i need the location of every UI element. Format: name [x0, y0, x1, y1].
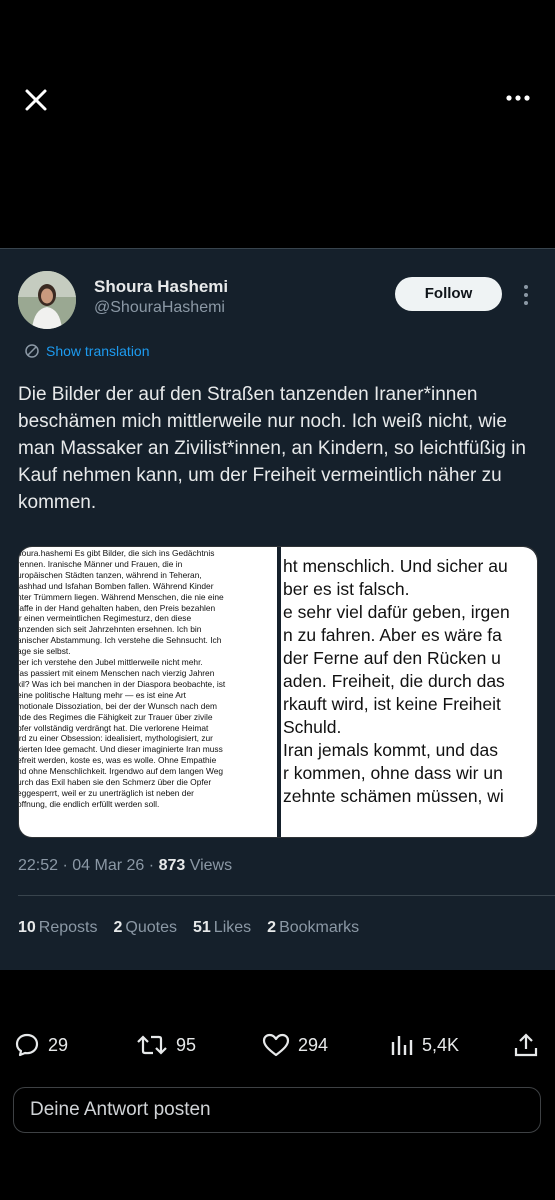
screenshot-text-line: xil? Was ich bei manchen in der Diaspora… [19, 678, 226, 689]
close-icon [25, 89, 47, 111]
action-bar: 29 95 294 5,4K [0, 1032, 555, 1062]
timestamp-separator: · [62, 857, 73, 874]
screenshot-text-line: aden. Freiheit, die durch das [283, 671, 505, 691]
display-name[interactable]: Shoura Hashemi [94, 277, 228, 297]
stat-count: 10 [18, 919, 36, 936]
screenshot-text-line: nd ohne Menschlichkeit. Irgendwo auf dem… [19, 766, 224, 777]
views-button[interactable]: 5,4K [390, 1032, 459, 1058]
screenshot-text-line: n zu fahren. Aber es wäre fa [283, 625, 502, 645]
repost-icon [137, 1035, 167, 1055]
tweet-time: 22:52 [18, 857, 59, 874]
screenshot-text-line: nter Trümmern liegen. Während Menschen, … [19, 591, 224, 602]
tweet-text: Die Bilder der auf den Straßen tanzenden… [18, 384, 526, 513]
follow-button[interactable]: Follow [395, 277, 502, 311]
bottom-action-area: 29 95 294 5,4K Deine Antwort posten [0, 970, 555, 1200]
tweet-card: Shoura Hashemi @ShouraHashemi Follow Sho… [0, 248, 555, 970]
tweet-media[interactable]: houra.hashemi Es gibt Bilder, die sich i… [18, 546, 538, 838]
screenshot-text-line: ir einen vermeintlichen Regimesturz, den… [19, 613, 192, 624]
stat-count: 51 [193, 919, 211, 936]
reply-icon [15, 1033, 39, 1057]
views-count: 873 [158, 857, 186, 874]
screenshot-text-line: Schuld. [283, 717, 342, 737]
repost-button[interactable]: 95 [136, 1032, 196, 1058]
media-viewer-top-bar [0, 0, 555, 248]
views-label: Views [189, 857, 233, 874]
screenshot-text-line: age sie selbst. [19, 646, 71, 657]
tweet-options-button[interactable] [516, 283, 536, 307]
screenshot-text-line: offnung, die endlich erfüllt werden soll… [19, 798, 160, 809]
more-horizontal-icon [506, 95, 530, 101]
tweet-date: 04 Mar 26 [72, 857, 145, 874]
translate-icon [25, 344, 39, 358]
engagement-stats: 10 Reposts 2 Quotes 51 Likes 2 Bookmarks [18, 919, 359, 937]
screenshot-text-line: Iran jemals kommt, und das [283, 740, 498, 760]
screenshot-text-line: anischer Abstammung. Ich verstehe die Se… [19, 635, 222, 646]
screenshot-text-line: nde des Regimes die Fähigkeit zur Trauer… [19, 711, 213, 722]
screenshot-text-line: efreit werden, koste es, was es wolle. O… [19, 755, 217, 766]
stat-likes[interactable]: 51 Likes [193, 919, 251, 937]
screenshot-text-line: anzenden sich seit Jahrzehnten ersehnen.… [19, 624, 202, 635]
screenshot-text-line: xierten Idee gemacht. Und dieser imagini… [19, 744, 223, 755]
media-image-left[interactable]: houra.hashemi Es gibt Bilder, die sich i… [19, 547, 277, 837]
close-button[interactable] [20, 84, 52, 116]
like-count: 294 [298, 1034, 329, 1055]
stat-bookmarks[interactable]: 2 Bookmarks [267, 919, 359, 937]
screenshot-text-line: ber es ist falsch. [283, 579, 410, 599]
stat-count: 2 [267, 919, 277, 936]
screenshot-text-line: urch das Exil haben sie den Schmerz über… [19, 777, 212, 788]
reply-button[interactable]: 29 [14, 1032, 68, 1058]
reply-count: 29 [48, 1034, 69, 1055]
analytics-icon [391, 1036, 413, 1055]
share-button[interactable] [513, 1032, 539, 1058]
screenshot-text-line: eine politische Haltung mehr — es ist ei… [19, 689, 186, 700]
tweet-timestamp[interactable]: 22:52 · 04 Mar 26 · 873 Views [18, 857, 232, 875]
divider [18, 895, 555, 896]
media-image-right[interactable]: ht menschlich. Und sicher au ber es ist f… [281, 547, 537, 837]
screenshot-text-line: houra.hashemi Es gibt Bilder, die sich i… [19, 548, 215, 558]
screenshot-text-line: ird zu einer Obsession: idealisiert, myt… [19, 733, 213, 744]
screenshot-text-line: r kommen, ohne dass wir un [283, 763, 503, 783]
share-icon [514, 1033, 538, 1057]
stat-label: Quotes [125, 919, 177, 936]
screenshot-text-line: eggesperrt, weil er zu unerträglich ist … [19, 787, 194, 798]
screenshot-text-line: rkauft wird, ist keine Freiheit [283, 694, 501, 714]
stat-label: Reposts [38, 919, 98, 936]
reply-input[interactable]: Deine Antwort posten [13, 1087, 541, 1133]
more-options-button[interactable] [503, 86, 535, 110]
show-translation-label: Show translation [46, 343, 150, 359]
user-handle[interactable]: @ShouraHashemi [94, 299, 225, 317]
stat-label: Likes [213, 919, 252, 936]
timestamp-separator: · [148, 857, 159, 874]
screenshot-text-line: rennen. Iranische Männer und Frauen, die… [19, 558, 183, 569]
stat-count: 2 [113, 919, 123, 936]
stat-label: Bookmarks [279, 919, 360, 936]
screenshot-text-line: der Ferne auf den Rücken u [283, 648, 501, 668]
avatar[interactable] [18, 271, 76, 329]
screenshot-text-line: /as passiert mit einem Menschen nach vie… [19, 667, 215, 678]
stat-quotes[interactable]: 2 Quotes [114, 919, 178, 937]
screenshot-text-line: e sehr viel dafür geben, irgen [283, 602, 510, 622]
repost-count: 95 [176, 1034, 197, 1055]
heart-icon [262, 1033, 290, 1057]
views-count-action: 5,4K [422, 1034, 460, 1055]
screenshot-text-line: motionale Dissoziation, bei der der Wuns… [19, 700, 218, 711]
screenshot-text-line: ber ich verstehe den Jubel mittlerweile … [19, 657, 203, 668]
screenshot-text-line: pfer vollständig verdrängt hat. Die verl… [19, 722, 209, 733]
screenshot-text-line: uropäischen Städten tanzen, während in T… [19, 569, 202, 580]
screenshot-text-line: lashhad und Isfahan Bomben fallen. Währe… [19, 580, 214, 591]
screenshot-text-line: /affe in der Hand gehalten haben, den Pr… [19, 602, 216, 613]
show-translation-link[interactable]: Show translation [24, 343, 150, 359]
more-vertical-icon [524, 285, 528, 305]
avatar-photo [18, 271, 76, 329]
screenshot-text-line: ht menschlich. Und sicher au [283, 556, 508, 576]
stat-reposts[interactable]: 10 Reposts [18, 919, 98, 937]
like-button[interactable]: 294 [262, 1032, 328, 1058]
screenshot-text-line: zehnte schämen müssen, wi [283, 786, 504, 806]
